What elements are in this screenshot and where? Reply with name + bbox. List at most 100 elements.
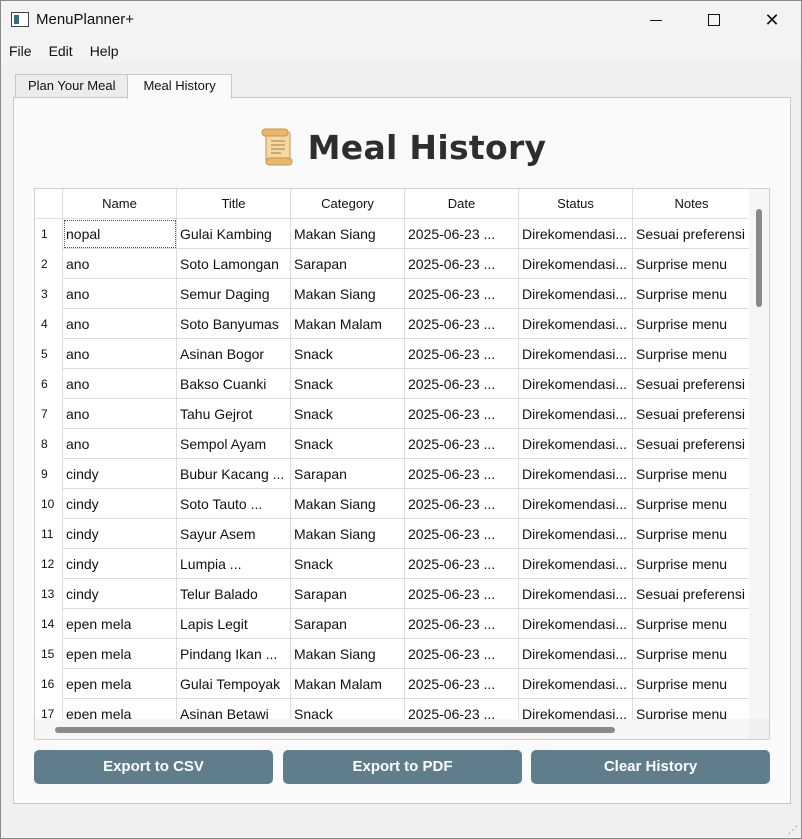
table-cell-status[interactable]: Direkomendasi... <box>519 609 633 639</box>
horizontal-scrollbar[interactable] <box>35 719 751 739</box>
table-cell-notes[interactable]: Surprise menu <box>633 519 751 549</box>
table-cell-title[interactable]: Lumpia ... <box>177 549 291 579</box>
table-cell-title[interactable]: Asinan Bogor <box>177 339 291 369</box>
export-pdf-button[interactable]: Export to PDF <box>283 750 522 784</box>
table-cell-name[interactable]: ano <box>63 399 177 429</box>
table-cell-status[interactable]: Direkomendasi... <box>519 339 633 369</box>
table-cell-notes[interactable]: Surprise menu <box>633 549 751 579</box>
table-cell-status[interactable]: Direkomendasi... <box>519 699 633 719</box>
horizontal-scroll-thumb[interactable] <box>55 727 615 733</box>
table-cell-category[interactable]: Sarapan <box>291 459 405 489</box>
column-header-category[interactable]: Category <box>291 189 405 219</box>
export-csv-button[interactable]: Export to CSV <box>34 750 273 784</box>
table-cell-name[interactable]: cindy <box>63 519 177 549</box>
table-cell-name[interactable]: epen mela <box>63 639 177 669</box>
table-cell-category[interactable]: Sarapan <box>291 249 405 279</box>
table-row[interactable]: 14 epen mela Lapis Legit Sarapan 2025-06-23 … <box>35 609 751 639</box>
table-cell-date[interactable]: 2025-06-23 ... <box>405 459 519 489</box>
tab-plan-your-meal[interactable]: Plan Your Meal <box>15 74 129 98</box>
table-cell-title[interactable]: Lapis Legit <box>177 609 291 639</box>
table-cell-notes[interactable]: Surprise menu <box>633 639 751 669</box>
table-cell-date[interactable]: 2025-06-23 ... <box>405 429 519 459</box>
table-row[interactable]: 1 nopal Gulai Kambing Makan Siang 2025-06-23… <box>35 219 751 249</box>
minimize-button[interactable] <box>627 1 685 39</box>
table-cell-date[interactable]: 2025-06-23 ... <box>405 549 519 579</box>
table-cell-date[interactable]: 2025-06-23 ... <box>405 219 519 249</box>
table-cell-title[interactable]: Pindang Ikan ... <box>177 639 291 669</box>
table-cell-title[interactable]: Semur Daging <box>177 279 291 309</box>
table-cell-title[interactable]: Soto Banyumas <box>177 309 291 339</box>
table-cell-name[interactable]: ano <box>63 279 177 309</box>
table-cell-notes[interactable]: Sesuai preferensi <box>633 429 751 459</box>
table-cell-status[interactable]: Direkomendasi... <box>519 279 633 309</box>
table-cell-name[interactable]: ano <box>63 429 177 459</box>
table-cell-title[interactable]: Telur Balado <box>177 579 291 609</box>
table-cell-name[interactable]: ano <box>63 309 177 339</box>
table-cell-title[interactable]: Gulai Kambing <box>177 219 291 249</box>
table-cell-name[interactable]: cindy <box>63 489 177 519</box>
table-row[interactable]: 5 ano Asinan Bogor Snack 2025-06-23 ... Direk… <box>35 339 751 369</box>
table-cell-date[interactable]: 2025-06-23 ... <box>405 609 519 639</box>
column-header-date[interactable]: Date <box>405 189 519 219</box>
table-cell-date[interactable]: 2025-06-23 ... <box>405 579 519 609</box>
table-row[interactable]: 11 cindy Sayur Asem Makan Siang 2025-06-23 .… <box>35 519 751 549</box>
table-cell-title[interactable]: Soto Lamongan <box>177 249 291 279</box>
table-row[interactable]: 8 ano Sempol Ayam Snack 2025-06-23 ... Direko… <box>35 429 751 459</box>
table-cell-category[interactable]: Sarapan <box>291 579 405 609</box>
table-cell-notes[interactable]: Sesuai preferensi <box>633 369 751 399</box>
table-cell-category[interactable]: Snack <box>291 399 405 429</box>
table-cell-status[interactable]: Direkomendasi... <box>519 249 633 279</box>
table-row[interactable]: 13 cindy Telur Balado Sarapan 2025-06-23 ...… <box>35 579 751 609</box>
table-cell-name[interactable]: epen mela <box>63 609 177 639</box>
table-cell-status[interactable]: Direkomendasi... <box>519 489 633 519</box>
table-cell-date[interactable]: 2025-06-23 ... <box>405 369 519 399</box>
column-header-notes[interactable]: Notes <box>633 189 751 219</box>
table-cell-date[interactable]: 2025-06-23 ... <box>405 309 519 339</box>
table-row[interactable]: 4 ano Soto Banyumas Makan Malam 2025-06-23 .… <box>35 309 751 339</box>
table-cell-notes[interactable]: Surprise menu <box>633 699 751 719</box>
table-cell-status[interactable]: Direkomendasi... <box>519 549 633 579</box>
table-cell-notes[interactable]: Surprise menu <box>633 459 751 489</box>
table-cell-category[interactable]: Sarapan <box>291 609 405 639</box>
table-cell-category[interactable]: Makan Siang <box>291 489 405 519</box>
table-row[interactable]: 10 cindy Soto Tauto ... Makan Siang 2025-06-… <box>35 489 751 519</box>
table-cell-title[interactable]: Soto Tauto ... <box>177 489 291 519</box>
close-button[interactable]: ✕ <box>743 1 801 39</box>
table-cell-name[interactable]: cindy <box>63 549 177 579</box>
table-cell-date[interactable]: 2025-06-23 ... <box>405 489 519 519</box>
table-cell-name[interactable]: cindy <box>63 459 177 489</box>
table-cell-notes[interactable]: Surprise menu <box>633 279 751 309</box>
table-cell-name[interactable]: ano <box>63 369 177 399</box>
table-cell-category[interactable]: Makan Siang <box>291 519 405 549</box>
table-cell-category[interactable]: Snack <box>291 549 405 579</box>
table-cell-notes[interactable]: Sesuai preferensi <box>633 579 751 609</box>
table-cell-category[interactable]: Snack <box>291 699 405 719</box>
vertical-scrollbar[interactable] <box>749 189 769 719</box>
resize-grip-icon[interactable]: ⋰ <box>788 825 798 836</box>
table-cell-status[interactable]: Direkomendasi... <box>519 579 633 609</box>
table-cell-title[interactable]: Sayur Asem <box>177 519 291 549</box>
table-cell-date[interactable]: 2025-06-23 ... <box>405 249 519 279</box>
table-cell-status[interactable]: Direkomendasi... <box>519 309 633 339</box>
column-header-status[interactable]: Status <box>519 189 633 219</box>
table-cell-title[interactable]: Sempol Ayam <box>177 429 291 459</box>
table-cell-name[interactable]: nopal <box>63 219 177 249</box>
menu-edit[interactable]: Edit <box>49 43 73 59</box>
table-cell-notes[interactable]: Sesuai preferensi <box>633 219 751 249</box>
table-cell-status[interactable]: Direkomendasi... <box>519 399 633 429</box>
menu-help[interactable]: Help <box>90 43 119 59</box>
table-cell-category[interactable]: Makan Siang <box>291 279 405 309</box>
table-cell-date[interactable]: 2025-06-23 ... <box>405 339 519 369</box>
table-cell-status[interactable]: Direkomendasi... <box>519 219 633 249</box>
table-cell-title[interactable]: Gulai Tempoyak <box>177 669 291 699</box>
table-row[interactable]: 3 ano Semur Daging Makan Siang 2025-06-23 ..… <box>35 279 751 309</box>
table-cell-notes[interactable]: Surprise menu <box>633 609 751 639</box>
table-cell-category[interactable]: Makan Siang <box>291 639 405 669</box>
table-cell-category[interactable]: Makan Malam <box>291 309 405 339</box>
table-row[interactable]: 9 cindy Bubur Kacang ... Sarapan 2025-06-23 … <box>35 459 751 489</box>
tab-meal-history[interactable]: Meal History <box>127 74 232 99</box>
table-cell-name[interactable]: ano <box>63 339 177 369</box>
table-row[interactable]: 12 cindy Lumpia ... Snack 2025-06-23 ... Dire… <box>35 549 751 579</box>
table-row[interactable]: 16 epen mela Gulai Tempoyak Makan Malam 2025… <box>35 669 751 699</box>
table-cell-category[interactable]: Snack <box>291 339 405 369</box>
